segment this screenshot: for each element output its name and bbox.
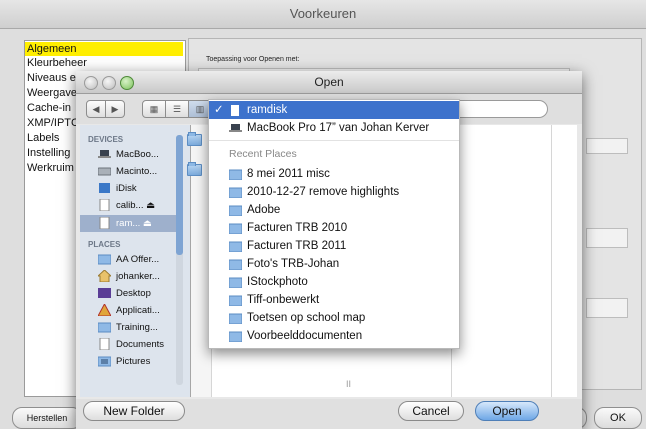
zoom-icon[interactable] (120, 76, 134, 90)
folder-icon (228, 222, 243, 235)
column-view-icon: ▥ (195, 104, 205, 114)
category-item-instellingen[interactable]: Instelling (27, 146, 70, 160)
folder-icon (228, 330, 243, 343)
pictures-icon (97, 355, 112, 367)
folder-icon (228, 276, 243, 289)
recent-place-item[interactable]: Voorbeelddocumenten (209, 327, 459, 345)
recent-place-item[interactable]: Facturen TRB 2010 (209, 219, 459, 237)
close-icon[interactable] (84, 76, 98, 90)
folder-icon (228, 186, 243, 199)
category-item-algemeen[interactable]: Algemeen (25, 42, 183, 56)
finder-sidebar: DEVICES MacBoo... Macinto... iDisk calib… (80, 125, 191, 397)
category-item-xmp-iptc[interactable]: XMP/IPTC (27, 116, 79, 130)
sidebar-scrollbar[interactable] (176, 135, 183, 385)
menu-item-ramdisk[interactable]: ✓ ramdisk (209, 101, 459, 119)
ok-button[interactable]: OK (594, 407, 642, 429)
prefs-title: Voorkeuren (0, 0, 646, 29)
recent-place-item[interactable]: IStockphoto (209, 273, 459, 291)
category-item-labels[interactable]: Labels (27, 131, 59, 145)
recent-place-item[interactable]: Facturen TRB 2011 (209, 237, 459, 255)
harddisk-icon (97, 165, 112, 177)
open-with-label: Toepassing voor Openen met: (206, 56, 300, 63)
recent-place-item[interactable]: 8 mei 2011 misc (209, 165, 459, 183)
category-item-kleurbeheer[interactable]: Kleurbeheer (27, 56, 87, 70)
folder-icon (228, 258, 243, 271)
recent-places-header: Recent Places (229, 148, 297, 160)
icon-view-button[interactable]: ▦ (142, 100, 166, 118)
column-resize-handle[interactable]: II (346, 379, 351, 389)
checkmark-icon: ✓ (214, 104, 224, 116)
folder-icon (228, 168, 243, 181)
devices-header: DEVICES (88, 135, 124, 144)
category-item-weergave[interactable]: Weergave (27, 86, 77, 100)
folder-icon (187, 162, 202, 176)
folder-icon (228, 294, 243, 307)
disk-icon (98, 198, 111, 212)
reset-button[interactable]: Herstellen (12, 407, 82, 429)
sidebar-item-ramdisk[interactable]: ram... ⏏ (80, 215, 180, 232)
folder-icon (187, 132, 202, 146)
disk-icon (98, 216, 111, 230)
laptop-icon (229, 122, 242, 133)
open-dialog-bottom-bar: New Folder Cancel Open (76, 399, 582, 429)
minimize-icon[interactable] (102, 76, 116, 90)
recent-place-item[interactable]: Toetsen op school map (209, 309, 459, 327)
folder-icon (228, 312, 243, 325)
laptop-icon (98, 148, 111, 160)
disk-icon (229, 104, 242, 116)
menu-item-macbook[interactable]: MacBook Pro 17” van Johan Kerver (209, 119, 459, 137)
icon-view-icon: ▦ (149, 104, 159, 114)
prefs-field-b[interactable] (586, 228, 628, 248)
home-icon (96, 269, 113, 283)
category-item-niveaus[interactable]: Niveaus e (27, 71, 76, 85)
applications-icon (97, 302, 112, 317)
column-divider (551, 125, 552, 397)
forward-button[interactable]: ▶ (105, 100, 125, 118)
menu-separator (209, 140, 459, 141)
category-item-werkruimte[interactable]: Werkruim (27, 161, 74, 175)
open-dialog-title: Open (76, 71, 582, 94)
prefs-field-c[interactable] (586, 298, 628, 318)
documents-icon (98, 337, 111, 351)
folder-icon (228, 204, 243, 217)
recent-place-item[interactable]: Adobe (209, 201, 459, 219)
cancel-button[interactable]: Cancel (398, 401, 464, 421)
back-button[interactable]: ◀ (86, 100, 106, 118)
forward-arrow-icon: ▶ (111, 104, 119, 114)
new-folder-button[interactable]: New Folder (83, 401, 185, 421)
category-item-cache[interactable]: Cache-in (27, 101, 71, 115)
list-view-icon: ☰ (172, 104, 182, 114)
folder-icon (97, 321, 112, 333)
recent-place-item[interactable]: Tiff-onbewerkt (209, 291, 459, 309)
idisk-icon (98, 182, 111, 194)
list-view-button[interactable]: ☰ (165, 100, 189, 118)
recent-place-item[interactable]: 2010-12-27 remove highlights (209, 183, 459, 201)
folder-icon (228, 240, 243, 253)
desktop-icon (98, 287, 111, 299)
places-header: PLACES (88, 240, 121, 249)
recent-place-item[interactable]: Foto's TRB-Johan (209, 255, 459, 273)
open-button[interactable]: Open (475, 401, 539, 421)
folder-icon (97, 253, 112, 265)
location-popup-menu: ✓ ramdisk MacBook Pro 17” van Johan Kerv… (208, 99, 460, 349)
prefs-field-a[interactable] (586, 138, 628, 154)
back-arrow-icon: ◀ (92, 104, 100, 114)
